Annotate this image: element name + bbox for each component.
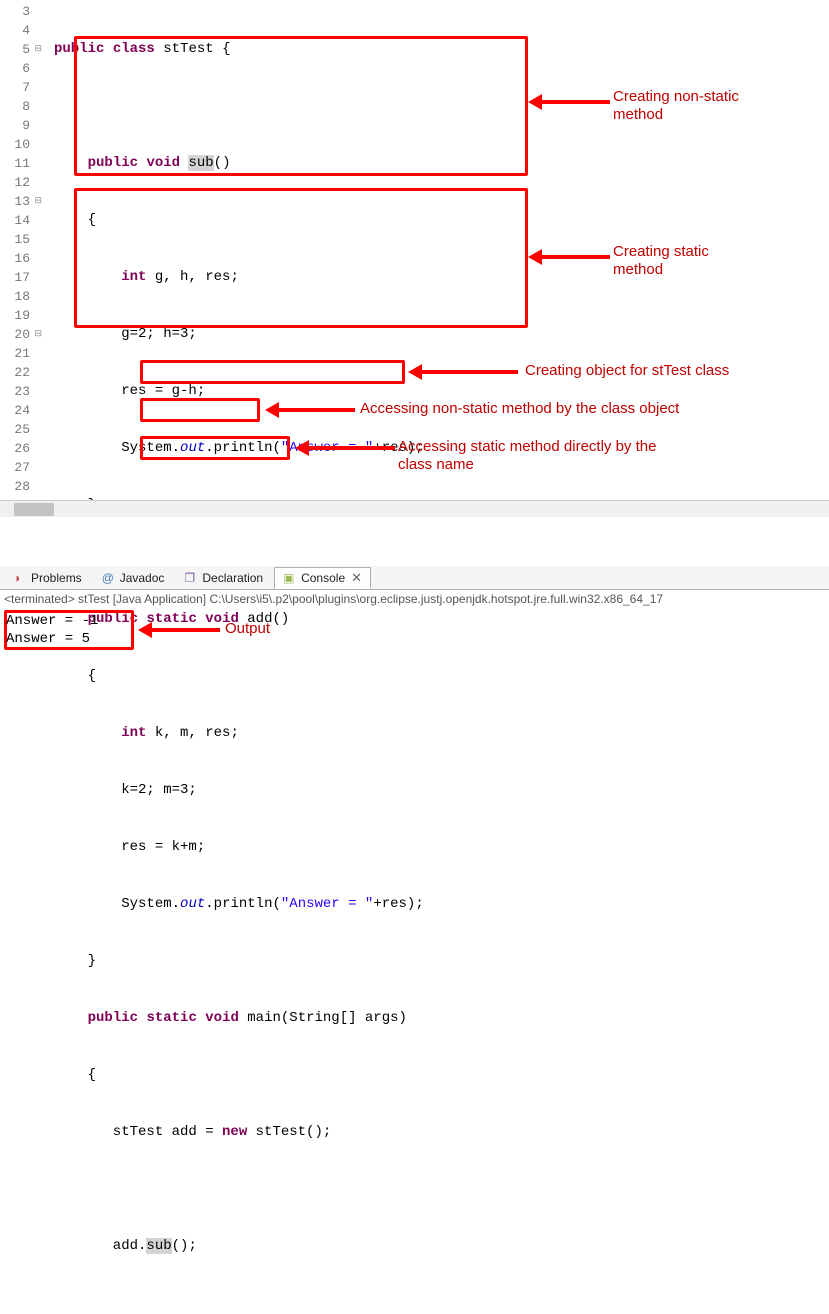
tab-label: Problems [31,571,82,585]
annotation-text: Accessing static method directly by the … [398,438,656,474]
code-line: System.out.println("Answer = "+res); [54,895,829,914]
code-line [54,1294,829,1313]
code-line: int g, h, res; [54,268,829,287]
code-line: } [54,952,829,971]
code-line: int k, m, res; [54,724,829,743]
close-icon[interactable]: ✕ [349,570,362,586]
code-line [54,1180,829,1199]
code-area[interactable]: public class stTest { public void sub() … [36,0,829,1314]
annotation-text: Creating static method [613,243,709,279]
code-line: public class stTest { [54,40,829,59]
code-line: k=2; m=3; [54,781,829,800]
horizontal-scrollbar[interactable] [0,500,829,517]
annotation-text: Creating non-static method [613,88,739,124]
tab-problems[interactable]: ◑ Problems [4,568,91,588]
problems-icon: ◑ [13,571,27,585]
code-line: public void sub() [54,154,829,173]
tab-label: Declaration [202,571,263,585]
code-line: public static void main(String[] args) [54,1009,829,1028]
console-line: Answer = 5 [6,630,823,648]
line-gutter: 3 4 5 6 7 8 9 10 11 12 13 14 15 16 17 18… [0,0,36,1314]
code-line: res = g-h; [54,382,829,401]
code-line: { [54,1066,829,1085]
tab-declaration[interactable]: ❐ Declaration [175,568,272,588]
code-line: add.sub(); [54,1237,829,1256]
annotation-text: Accessing non-static method by the class… [360,400,679,418]
code-line: res = k+m; [54,838,829,857]
declaration-icon: ❐ [184,571,198,585]
code-line: g=2; h=3; [54,325,829,344]
bottom-tabs: ◑ Problems @ Javadoc ❐ Declaration ▣ Con… [0,566,829,590]
tab-label: Console [301,571,345,585]
code-line: { [54,667,829,686]
console-output[interactable]: Answer = -1 Answer = 5 [0,608,829,652]
code-editor[interactable]: 3 4 5 6 7 8 9 10 11 12 13 14 15 16 17 18… [0,0,829,1314]
tab-console[interactable]: ▣ Console ✕ [274,567,371,589]
tab-label: Javadoc [120,571,165,585]
scrollbar-thumb[interactable] [14,503,54,516]
javadoc-icon: @ [102,571,116,585]
annotation-text: Creating object for stTest class [525,362,729,380]
console-icon: ▣ [283,571,297,585]
console-process-label: <terminated> stTest [Java Application] C… [0,590,829,608]
code-line: stTest add = new stTest(); [54,1123,829,1142]
console-line: Answer = -1 [6,612,823,630]
code-line: { [54,211,829,230]
tab-javadoc[interactable]: @ Javadoc [93,568,174,588]
